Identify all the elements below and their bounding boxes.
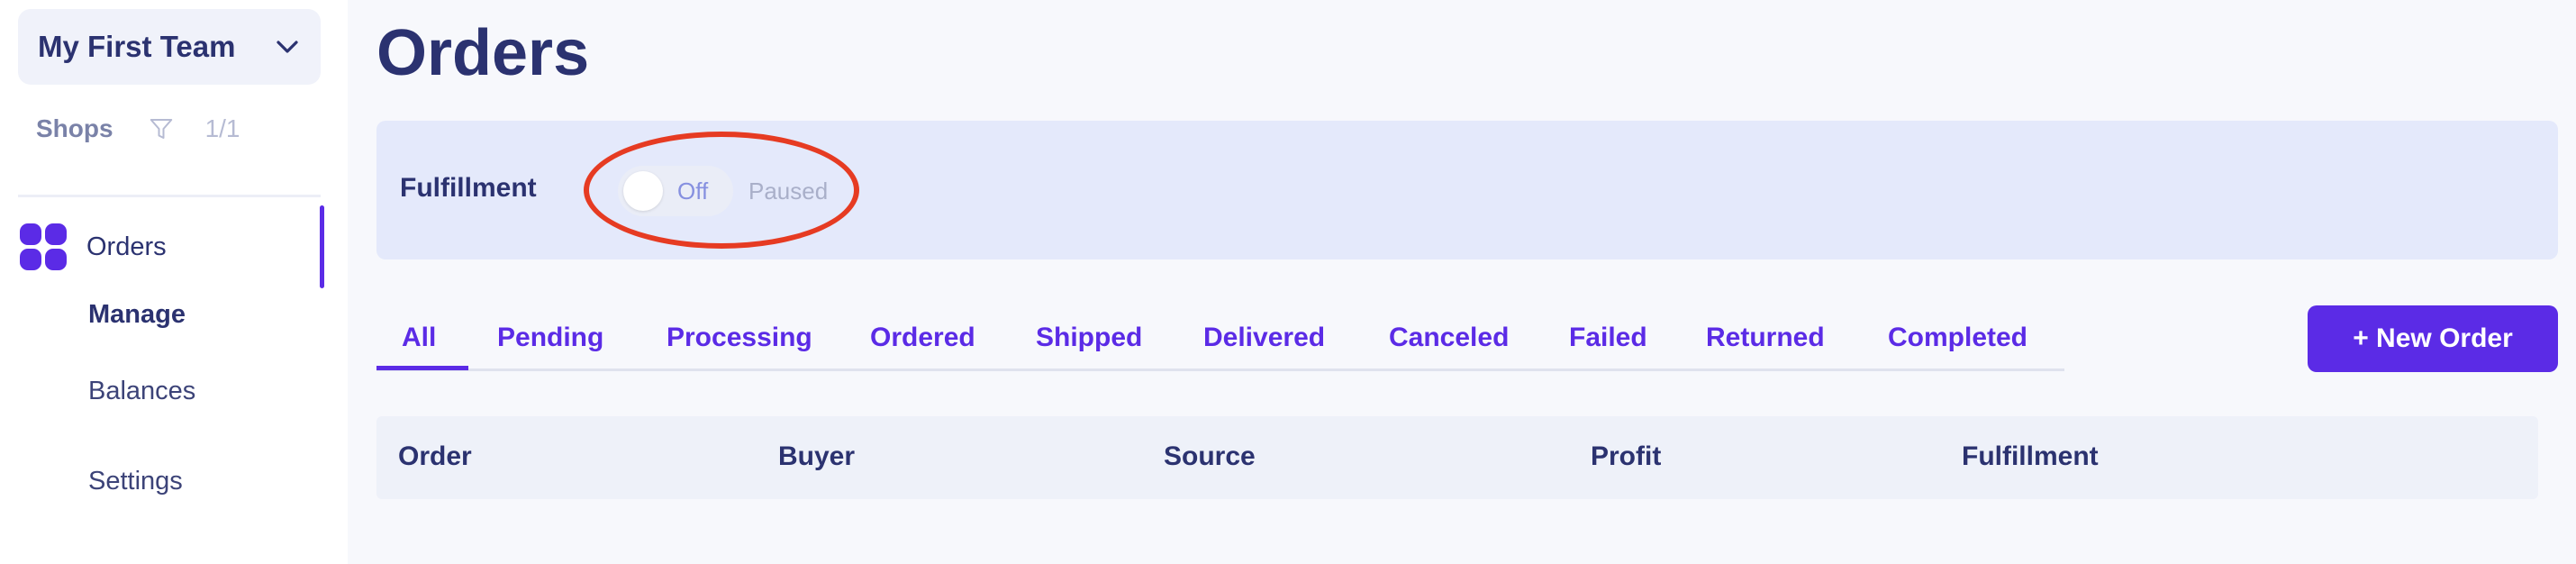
page-title: Orders — [376, 17, 590, 89]
highlight-annotation — [584, 132, 859, 249]
app-window: My First Team Shops 1/1 Orders Manage Ba… — [0, 0, 2576, 564]
tab-completed[interactable]: Completed — [1888, 323, 2027, 353]
active-tab-underline — [376, 366, 468, 370]
tab-shipped[interactable]: Shipped — [1036, 323, 1142, 353]
tab-all[interactable]: All — [402, 323, 436, 353]
column-header-profit[interactable]: Profit — [1591, 441, 1661, 472]
shops-label: Shops — [36, 114, 113, 142]
sidebar-divider — [18, 195, 321, 197]
fulfillment-label: Fulfillment — [400, 173, 537, 203]
tab-pending[interactable]: Pending — [497, 323, 603, 353]
column-header-buyer[interactable]: Buyer — [778, 441, 855, 472]
chevron-down-icon — [277, 41, 298, 53]
tab-canceled[interactable]: Canceled — [1389, 323, 1509, 353]
team-selector[interactable]: My First Team — [18, 9, 321, 85]
sidebar-item-orders[interactable]: Orders — [0, 205, 324, 288]
tab-ordered[interactable]: Ordered — [870, 323, 975, 353]
column-header-order[interactable]: Order — [398, 441, 472, 472]
team-name: My First Team — [38, 30, 236, 63]
sidebar-item-orders-label: Orders — [86, 232, 167, 261]
tab-delivered[interactable]: Delivered — [1203, 323, 1325, 353]
filter-icon[interactable] — [148, 115, 175, 142]
tab-failed[interactable]: Failed — [1569, 323, 1647, 353]
sidebar-item-manage[interactable]: Manage — [88, 300, 186, 330]
sidebar-item-settings[interactable]: Settings — [88, 467, 183, 496]
new-order-button[interactable]: + New Order — [2308, 305, 2558, 372]
grid-icon — [20, 223, 67, 270]
tab-processing[interactable]: Processing — [667, 323, 812, 353]
shops-row: Shops 1/1 — [36, 106, 240, 151]
orders-table-header: Order Buyer Source Profit Fulfillment — [376, 416, 2538, 499]
tab-returned[interactable]: Returned — [1706, 323, 1825, 353]
active-indicator — [320, 205, 324, 288]
order-tabs: All Pending Processing Ordered Shipped D… — [376, 306, 2064, 371]
sidebar: My First Team Shops 1/1 Orders Manage Ba… — [0, 0, 348, 564]
column-header-source[interactable]: Source — [1164, 441, 1256, 472]
shops-count: 1/1 — [204, 114, 240, 142]
sidebar-item-balances[interactable]: Balances — [88, 377, 195, 406]
column-header-fulfillment[interactable]: Fulfillment — [1962, 441, 2099, 472]
